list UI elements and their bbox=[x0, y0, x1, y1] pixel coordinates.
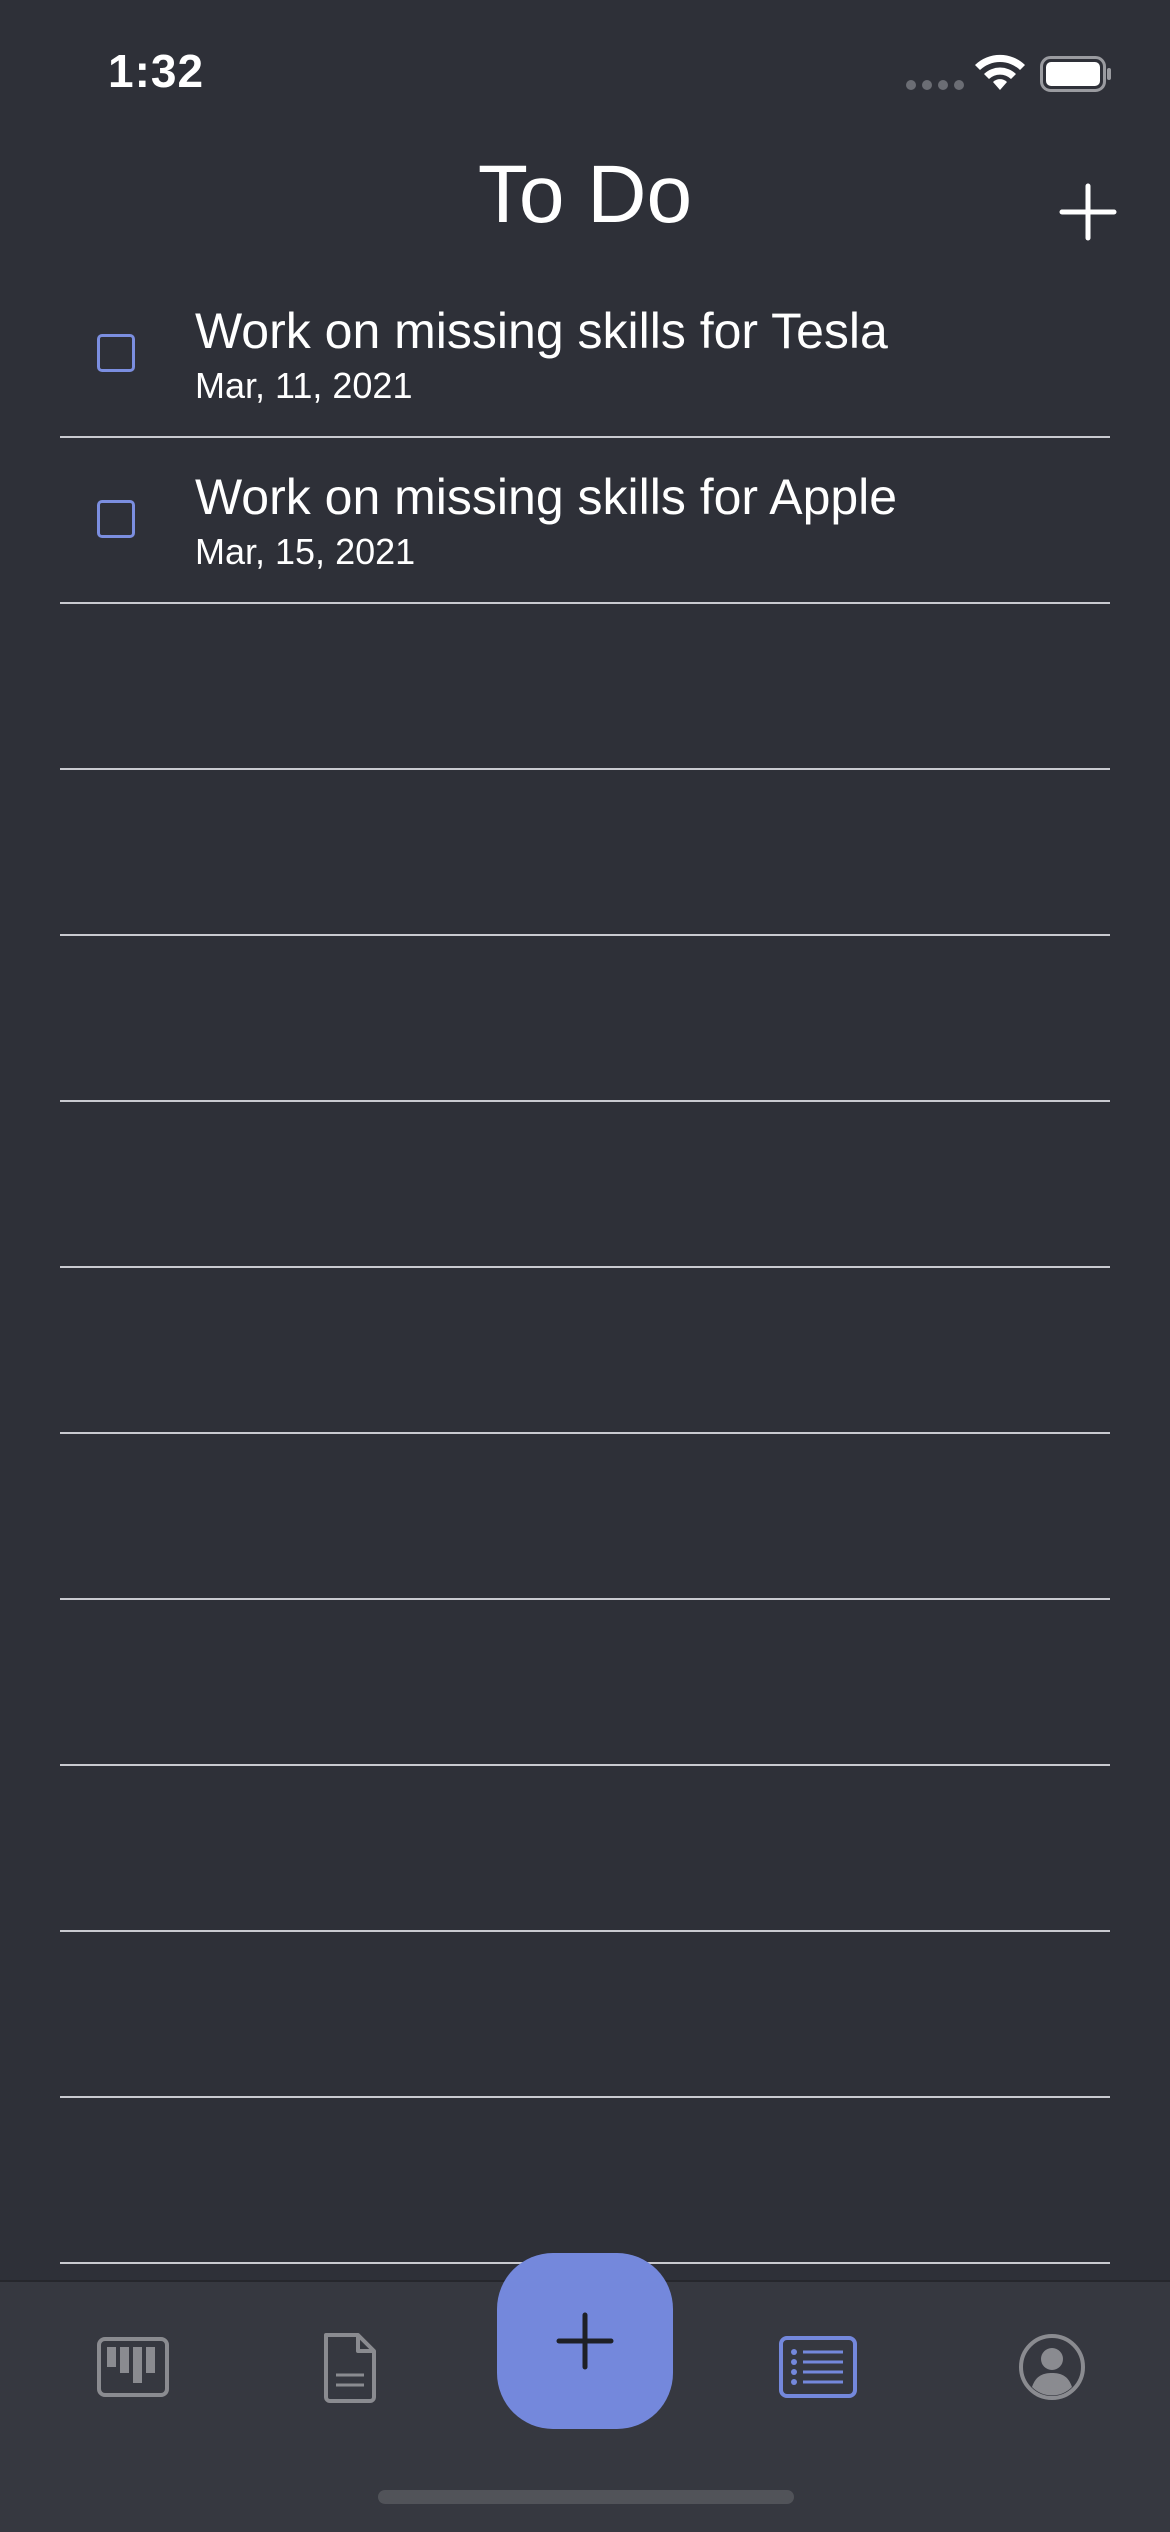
todo-checkbox[interactable] bbox=[97, 334, 135, 372]
empty-row bbox=[60, 1434, 1110, 1600]
board-icon bbox=[97, 2337, 169, 2397]
todo-item[interactable]: Work on missing skills for Apple Mar, 15… bbox=[60, 438, 1110, 604]
tab-board[interactable] bbox=[78, 2312, 188, 2422]
home-indicator bbox=[378, 2490, 794, 2504]
battery-icon bbox=[1040, 56, 1111, 92]
empty-row bbox=[60, 604, 1110, 770]
add-button[interactable] bbox=[497, 2253, 673, 2429]
todo-checkbox[interactable] bbox=[97, 500, 135, 538]
tab-profile[interactable] bbox=[997, 2312, 1107, 2422]
wifi-icon bbox=[975, 54, 1025, 90]
empty-row bbox=[60, 1268, 1110, 1434]
status-bar: 1:32 bbox=[0, 0, 1170, 150]
status-time: 1:32 bbox=[108, 45, 205, 97]
todo-date: Mar, 11, 2021 bbox=[195, 365, 413, 406]
plus-icon bbox=[556, 2312, 614, 2370]
empty-row bbox=[60, 770, 1110, 936]
empty-row bbox=[60, 1766, 1110, 1932]
todo-list: Work on missing skills for Tesla Mar, 11… bbox=[60, 272, 1110, 2264]
list-icon bbox=[779, 2336, 857, 2398]
empty-row bbox=[60, 2098, 1110, 2264]
tab-documents[interactable] bbox=[295, 2312, 405, 2422]
cellular-signal-icon bbox=[906, 80, 964, 90]
todo-title: Work on missing skills for Apple bbox=[195, 469, 898, 525]
todo-item[interactable]: Work on missing skills for Tesla Mar, 11… bbox=[60, 272, 1110, 438]
todo-date: Mar, 15, 2021 bbox=[195, 531, 416, 572]
empty-row bbox=[60, 1932, 1110, 2098]
plus-icon bbox=[1059, 183, 1117, 241]
empty-row bbox=[60, 1600, 1110, 1766]
document-icon bbox=[324, 2333, 376, 2403]
empty-row bbox=[60, 936, 1110, 1102]
tab-todo-list[interactable] bbox=[763, 2312, 873, 2422]
todo-title: Work on missing skills for Tesla bbox=[195, 303, 888, 359]
empty-row bbox=[60, 1102, 1110, 1268]
profile-icon bbox=[1019, 2334, 1085, 2400]
page-title: To Do bbox=[477, 149, 693, 240]
add-todo-button[interactable] bbox=[1052, 176, 1124, 248]
